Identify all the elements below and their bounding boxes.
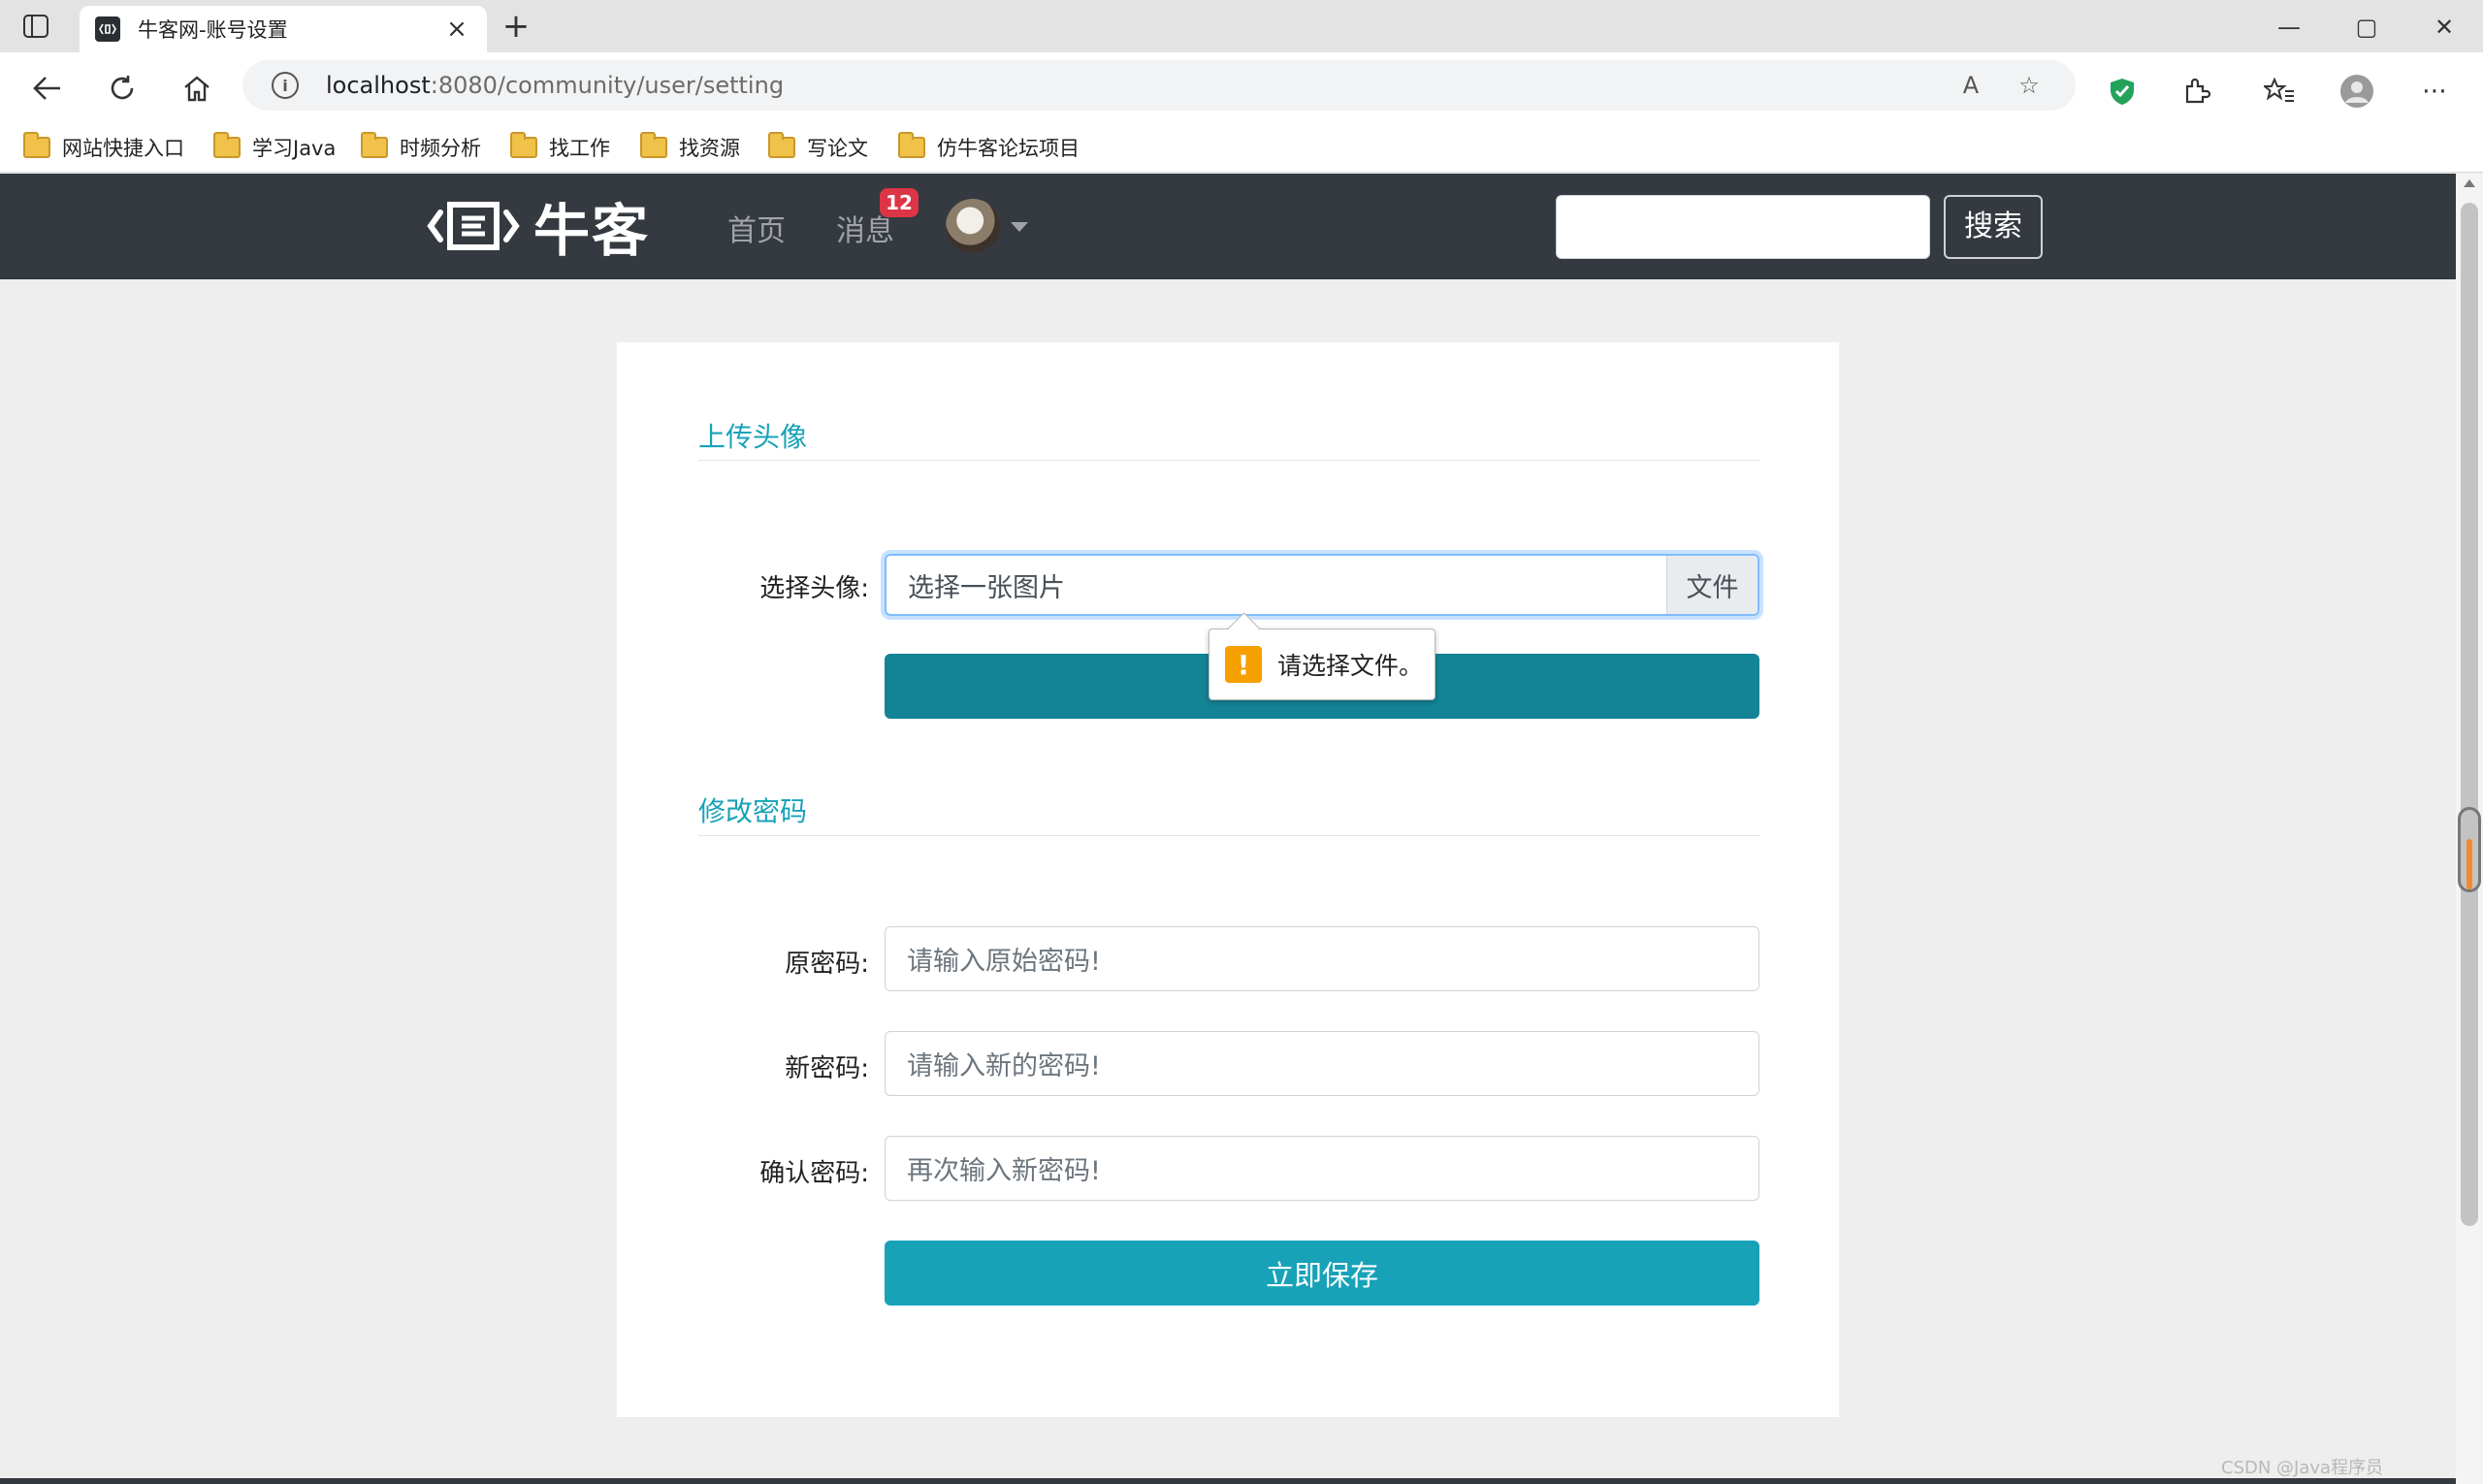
site-favicon-icon: [95, 16, 120, 42]
url-host: localhost: [326, 72, 431, 99]
profile-avatar-icon[interactable]: [2338, 72, 2376, 111]
watermark-text: CSDN @Java程序员: [2221, 1458, 2384, 1478]
reload-icon[interactable]: [100, 66, 145, 111]
url-text[interactable]: localhost:8080/community/user/setting: [326, 72, 784, 99]
bookmark-folder[interactable]: 写论文: [768, 132, 868, 163]
more-menu-icon[interactable]: ⋯: [2415, 72, 2454, 111]
add-favorite-icon[interactable]: ☆: [2014, 70, 2045, 101]
page-scrollbar[interactable]: [2456, 174, 2483, 1484]
new-password-input[interactable]: 请输入新的密码!: [885, 1031, 1759, 1096]
bookmark-label: 找工作: [549, 137, 610, 160]
maximize-button[interactable]: ▢: [2338, 8, 2396, 47]
bookmark-folder[interactable]: 学习Java: [213, 132, 336, 163]
logo-mark-icon: [427, 202, 520, 250]
address-bar[interactable]: i localhost:8080/community/user/setting …: [242, 60, 2076, 111]
shield-extension-icon[interactable]: [2103, 72, 2142, 111]
bookmarks-bar: 网站快捷入口 学习Java 时频分析 找工作 找资源 写论文 仿牛客论坛项目: [0, 122, 2483, 173]
bookmark-folder[interactable]: 找工作: [510, 132, 610, 163]
folder-icon: [23, 132, 50, 158]
avatar-file-input[interactable]: 选择一张图片 文件: [885, 554, 1759, 616]
new-tab-button[interactable]: +: [499, 10, 533, 45]
scroll-position-marker: [2458, 807, 2481, 892]
close-tab-icon[interactable]: ×: [442, 15, 471, 44]
password-section-title: 修改密码: [698, 795, 808, 827]
bookmark-label: 时频分析: [400, 137, 481, 160]
site-navbar: 牛客 首页 消息 12 搜索: [0, 174, 2456, 279]
site-logo[interactable]: 牛客: [427, 195, 650, 264]
old-password-input[interactable]: 请输入原始密码!: [885, 926, 1759, 991]
folder-icon: [768, 132, 795, 158]
page-bottom-edge: [0, 1478, 2456, 1484]
brand-name: 牛客: [533, 198, 651, 264]
site-info-icon[interactable]: i: [272, 72, 299, 99]
upload-section-title: 上传头像: [698, 421, 808, 453]
user-avatar[interactable]: [946, 199, 1000, 253]
bookmark-folder[interactable]: 网站快捷入口: [23, 132, 184, 163]
favorites-icon[interactable]: [2260, 72, 2299, 111]
site-search-input[interactable]: [1556, 195, 1930, 259]
folder-icon: [898, 132, 925, 158]
back-arrow-icon[interactable]: [25, 66, 70, 111]
section-divider: [698, 835, 1759, 836]
new-password-label: 新密码:: [785, 1054, 869, 1083]
scrollbar-thumb[interactable]: [2461, 203, 2478, 1226]
bookmark-label: 网站快捷入口: [62, 137, 184, 160]
confirm-password-placeholder: 再次输入新密码!: [907, 1156, 1101, 1186]
save-password-button[interactable]: 立即保存: [885, 1241, 1759, 1306]
scroll-up-arrow-icon[interactable]: [2464, 179, 2475, 187]
validation-message: 请选择文件。: [1277, 652, 1424, 680]
bookmark-label: 仿牛客论坛项目: [937, 137, 1080, 160]
folder-icon: [510, 132, 537, 158]
new-password-placeholder: 请输入新的密码!: [907, 1051, 1101, 1081]
bookmark-folder[interactable]: 找资源: [640, 132, 740, 163]
search-button[interactable]: 搜索: [1944, 195, 2043, 259]
file-placeholder: 选择一张图片: [908, 572, 1065, 603]
old-password-label: 原密码:: [785, 950, 869, 979]
unread-count-badge: 12: [880, 188, 919, 217]
confirm-password-input[interactable]: 再次输入新密码!: [885, 1136, 1759, 1201]
folder-icon: [361, 132, 388, 158]
nav-home-link[interactable]: 首页: [727, 207, 786, 249]
extensions-puzzle-icon[interactable]: [2177, 72, 2215, 111]
section-divider: [698, 460, 1759, 461]
minimize-button[interactable]: —: [2260, 8, 2318, 47]
choose-avatar-label: 选择头像:: [759, 574, 869, 603]
tab-title: 牛客网-账号设置: [138, 18, 288, 42]
folder-icon: [213, 132, 241, 158]
confirm-password-label: 确认密码:: [759, 1159, 869, 1188]
bookmark-folder[interactable]: 仿牛客论坛项目: [898, 132, 1080, 163]
browser-tab-active[interactable]: 牛客网-账号设置 ×: [80, 6, 487, 52]
home-icon[interactable]: [175, 66, 219, 111]
tab-actions-icon[interactable]: [21, 12, 50, 41]
settings-card: 上传头像 选择头像: 选择一张图片 文件 ! 请选择文件。 修改密码 原密码: …: [617, 342, 1839, 1417]
url-path: :8080/community/user/setting: [430, 72, 785, 99]
read-aloud-icon[interactable]: A: [1955, 70, 1986, 101]
old-password-placeholder: 请输入原始密码!: [907, 947, 1101, 977]
warning-icon: !: [1225, 646, 1262, 683]
bookmark-label: 写论文: [807, 137, 868, 160]
bookmark-label: 学习Java: [252, 137, 337, 160]
browser-toolbar: i localhost:8080/community/user/setting …: [0, 52, 2483, 122]
bookmark-folder[interactable]: 时频分析: [361, 132, 481, 163]
folder-icon: [640, 132, 667, 158]
browser-tab-bar: 牛客网-账号设置 × + — ▢ ✕: [0, 0, 2483, 52]
validation-tooltip: ! 请选择文件。: [1209, 629, 1435, 700]
close-window-button[interactable]: ✕: [2415, 8, 2473, 47]
page-viewport: 牛客 首页 消息 12 搜索 上传头像 选择头像: 选择一张图片 文件 ! 请选…: [0, 174, 2456, 1484]
bookmark-label: 找资源: [679, 137, 740, 160]
browse-file-button[interactable]: 文件: [1666, 556, 1757, 614]
chevron-down-icon[interactable]: [1011, 222, 1028, 232]
